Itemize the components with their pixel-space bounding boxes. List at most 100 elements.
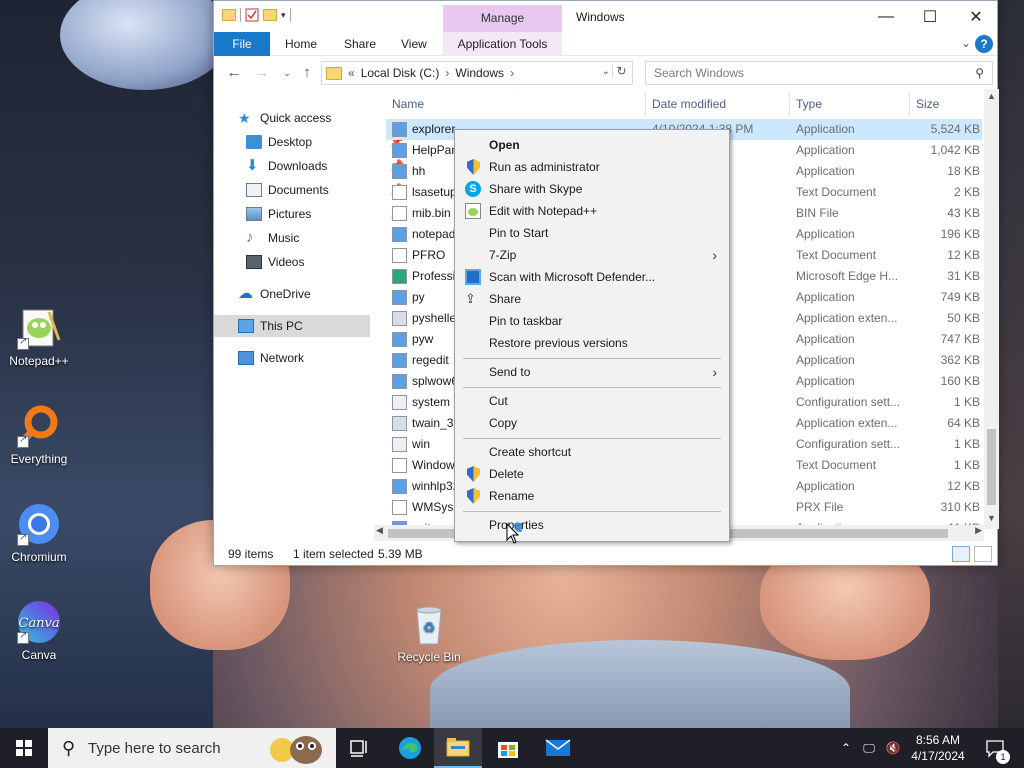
- cell-type: Text Document: [796, 248, 877, 262]
- wallpaper-shirt: [430, 640, 850, 740]
- column-header-type[interactable]: Type: [790, 93, 910, 115]
- forward-icon[interactable]: →: [251, 63, 273, 83]
- column-header-size[interactable]: Size: [910, 93, 990, 115]
- tab-home[interactable]: Home: [275, 32, 327, 56]
- nav-item-onedrive[interactable]: ☁ OneDrive: [238, 283, 396, 305]
- breadcrumb-separator-icon[interactable]: ›: [510, 66, 514, 80]
- nav-item-quick-access[interactable]: ★ Quick access: [238, 107, 396, 129]
- tab-application-tools[interactable]: Application Tools: [443, 32, 562, 56]
- nav-item-pictures[interactable]: Pictures 📌: [246, 203, 404, 225]
- breadcrumb-local-disk[interactable]: Local Disk (C:): [361, 66, 440, 80]
- menu-item-rename[interactable]: Rename: [457, 485, 727, 507]
- window-title: Windows: [576, 10, 625, 24]
- expand-ribbon-icon[interactable]: ⌄: [961, 36, 971, 50]
- details-view-icon[interactable]: [952, 546, 970, 562]
- divider: [240, 8, 241, 22]
- item-count: 99 items: [228, 547, 274, 561]
- nav-item-this-pc[interactable]: This PC: [214, 315, 370, 337]
- shield-icon: [467, 466, 480, 482]
- menu-item-delete[interactable]: Delete: [457, 463, 727, 485]
- search-icon: ⚲: [62, 738, 76, 758]
- notification-center-icon[interactable]: 1: [978, 728, 1012, 768]
- nav-item-videos[interactable]: Videos: [246, 251, 404, 273]
- folder-icon[interactable]: [222, 9, 236, 21]
- menu-item-share-with-skype[interactable]: S Share with Skype: [457, 178, 727, 200]
- desktop-icon-everything[interactable]: Everything: [1, 404, 77, 466]
- store-icon[interactable]: [484, 728, 532, 768]
- back-icon[interactable]: ←: [223, 63, 245, 83]
- menu-item-pin-to-start[interactable]: Pin to Start: [457, 222, 727, 244]
- breadcrumb-windows[interactable]: Windows: [455, 66, 504, 80]
- videos-folder-icon: [246, 255, 262, 269]
- new-folder-icon[interactable]: [263, 9, 277, 21]
- menu-item-copy[interactable]: Copy: [457, 412, 727, 434]
- cell-size: 5,524 KB: [930, 122, 980, 136]
- file-explorer-icon[interactable]: [434, 728, 482, 768]
- menu-divider: [463, 511, 721, 512]
- nav-item-music[interactable]: ♪ Music: [246, 227, 404, 249]
- file-icon: [392, 416, 407, 431]
- up-icon[interactable]: ↑: [296, 63, 318, 83]
- scroll-right-icon[interactable]: ▶: [975, 525, 982, 536]
- menu-item-restore-previous-versions[interactable]: Restore previous versions: [457, 332, 727, 354]
- menu-item-scan-with-defender[interactable]: Scan with Microsoft Defender...: [457, 266, 727, 288]
- manage-tab[interactable]: Manage: [443, 5, 562, 32]
- menu-item-run-as-administrator[interactable]: Run as administrator: [457, 156, 727, 178]
- desktop-icon-recycle-bin[interactable]: ♻ Recycle Bin: [391, 602, 467, 664]
- breadcrumb-separator-icon[interactable]: ›: [445, 66, 449, 80]
- scroll-thumb[interactable]: [987, 429, 996, 505]
- refresh-icon[interactable]: ↻: [612, 64, 630, 78]
- tab-view[interactable]: View: [391, 32, 437, 56]
- address-row: ← → ⌄ ↑ « Local Disk (C:) › Windows › ⌄ …: [214, 59, 997, 87]
- properties-check-icon[interactable]: [245, 8, 259, 22]
- nav-item-documents[interactable]: Documents 📌: [246, 179, 404, 201]
- nav-item-desktop[interactable]: Desktop 📌: [246, 131, 404, 153]
- qat-dropdown-icon[interactable]: ▾: [281, 10, 286, 21]
- menu-item-properties[interactable]: Properties: [457, 514, 727, 536]
- help-button[interactable]: ?: [975, 35, 993, 53]
- menu-item-label: Pin to taskbar: [489, 314, 563, 328]
- menu-item-edit-with-notepadpp[interactable]: Edit with Notepad++: [457, 200, 727, 222]
- maximize-icon[interactable]: ☐: [907, 1, 953, 32]
- nav-item-downloads[interactable]: ⬇ Downloads 📌: [246, 155, 404, 177]
- minimize-icon[interactable]: —: [863, 1, 909, 32]
- menu-item-create-shortcut[interactable]: Create shortcut: [457, 441, 727, 463]
- menu-item-pin-to-taskbar[interactable]: Pin to taskbar: [457, 310, 727, 332]
- svg-text:♻: ♻: [423, 619, 436, 635]
- column-header-date[interactable]: Date modified: [646, 93, 790, 115]
- notification-count-badge: 1: [996, 750, 1010, 764]
- volume-muted-icon[interactable]: 🔇: [882, 728, 904, 768]
- close-icon[interactable]: ✕: [953, 1, 999, 32]
- menu-item-open[interactable]: Open: [457, 134, 727, 156]
- vertical-scrollbar[interactable]: ▲ ▼: [984, 89, 999, 529]
- menu-item-send-to[interactable]: Send to ›: [457, 361, 727, 383]
- tab-file[interactable]: File: [214, 32, 270, 56]
- cell-size: 50 KB: [947, 311, 980, 325]
- column-header-name[interactable]: Name: [386, 93, 646, 115]
- desktop-icon-chromium[interactable]: Chromium: [1, 502, 77, 564]
- start-button[interactable]: [0, 728, 48, 768]
- tab-share[interactable]: Share: [334, 32, 386, 56]
- scroll-left-icon[interactable]: ◀: [376, 525, 383, 536]
- recent-locations-icon[interactable]: ⌄: [276, 63, 298, 83]
- mail-icon[interactable]: [534, 728, 582, 768]
- address-bar[interactable]: « Local Disk (C:) › Windows › ⌄ ↻: [321, 61, 633, 85]
- show-hidden-icons-icon[interactable]: ⌃: [836, 728, 856, 768]
- network-status-icon[interactable]: 🖵: [858, 728, 880, 768]
- nav-item-network[interactable]: Network: [238, 347, 396, 369]
- taskbar-clock[interactable]: 8:56 AM 4/17/2024: [906, 732, 970, 764]
- taskbar-search[interactable]: ⚲ Type here to search: [48, 728, 336, 768]
- scroll-up-icon[interactable]: ▲: [984, 91, 999, 101]
- desktop-icon-notepadpp[interactable]: Notepad++: [1, 306, 77, 368]
- address-dropdown-icon[interactable]: ⌄: [602, 66, 610, 77]
- edge-icon[interactable]: [386, 728, 434, 768]
- task-view-icon[interactable]: [336, 728, 384, 768]
- desktop-icon-canva[interactable]: Canva Canva: [1, 600, 77, 662]
- large-icons-view-icon[interactable]: [974, 546, 992, 562]
- menu-item-share[interactable]: ⇪ Share: [457, 288, 727, 310]
- menu-item-cut[interactable]: Cut: [457, 390, 727, 412]
- scroll-down-icon[interactable]: ▼: [984, 513, 999, 523]
- address-overflow[interactable]: «: [348, 66, 355, 80]
- menu-item-7zip[interactable]: 7-Zip ›: [457, 244, 727, 266]
- search-input[interactable]: Search Windows ⚲: [645, 61, 993, 85]
